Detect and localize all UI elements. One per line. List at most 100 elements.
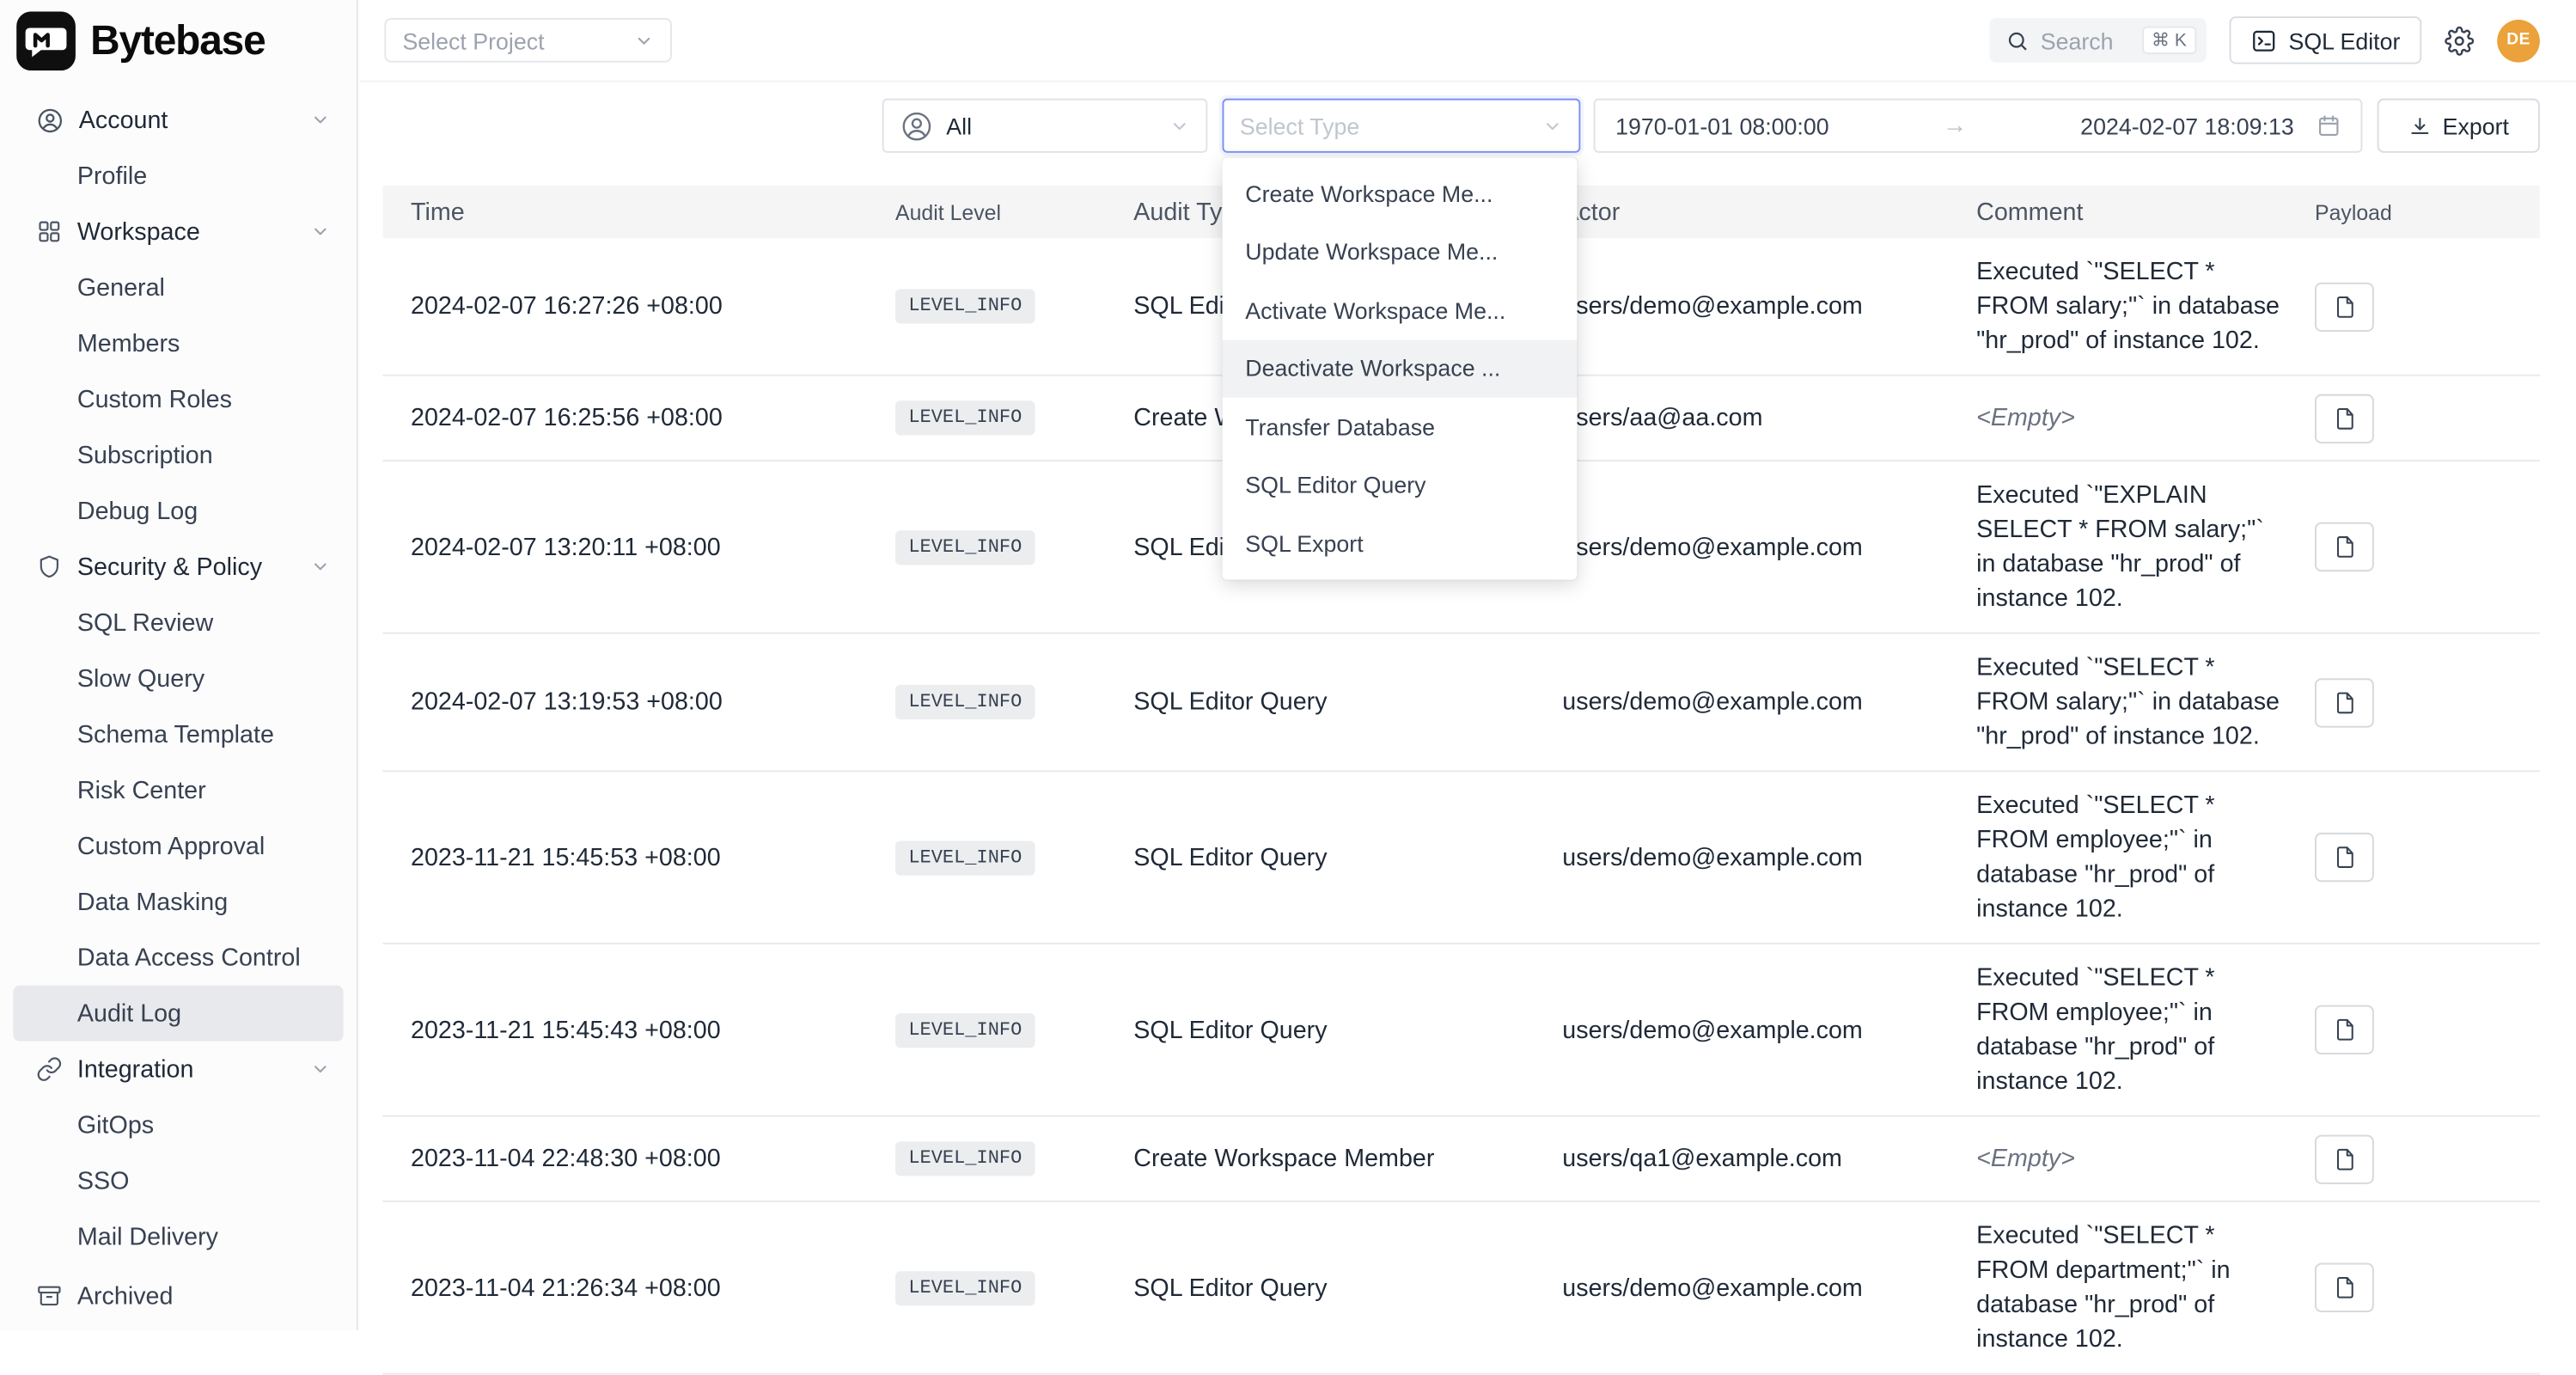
sidebar-item-members[interactable]: Members <box>13 315 343 371</box>
sidebar-section-integration[interactable]: Integration <box>13 1042 343 1097</box>
row-audit-type: SQL Editor Query <box>1133 688 1562 716</box>
audit-level-badge: LEVEL_INFO <box>895 289 1035 323</box>
brand[interactable]: Bytebase <box>0 0 357 82</box>
sidebar-item-slow-query[interactable]: Slow Query <box>13 651 343 706</box>
sidebar-item-general[interactable]: General <box>13 260 343 315</box>
payload-button[interactable] <box>2315 522 2374 571</box>
audit-level-badge: LEVEL_INFO <box>895 1012 1035 1047</box>
sidebar-section-label: Account <box>79 106 168 133</box>
payload-button[interactable] <box>2315 394 2374 443</box>
table-row: 2023-11-04 21:26:34 +08:00LEVEL_INFOSQL … <box>382 1202 2539 1375</box>
actor-filter-value: All <box>946 113 972 139</box>
date-range-picker[interactable]: 1970-01-01 08:00:00 → 2024-02-07 18:09:1… <box>1594 99 2363 153</box>
row-actor: users/demo@example.com <box>1562 533 1976 560</box>
user-circle-icon <box>900 109 933 142</box>
sidebar-section-workspace[interactable]: Workspace <box>13 204 343 260</box>
row-time: 2024-02-07 16:27:26 +08:00 <box>382 292 895 320</box>
type-option-update-workspace-me[interactable]: Update Workspace Me... <box>1223 223 1578 281</box>
type-option-sql-editor-query[interactable]: SQL Editor Query <box>1223 455 1578 514</box>
row-time: 2023-11-04 22:48:30 +08:00 <box>382 1145 895 1172</box>
bytebase-app: Bytebase AccountProfileWorkspaceGeneralM… <box>0 0 2576 1330</box>
chevron-down-icon <box>1169 116 1189 136</box>
main-content: Select Project Search ⌘ K SQL <box>360 0 2576 1330</box>
file-icon <box>2332 844 2357 871</box>
chevron-down-icon <box>310 222 330 241</box>
row-audit-level: LEVEL_INFO <box>895 840 1133 875</box>
calendar-icon <box>2317 113 2342 138</box>
row-actor: users/demo@example.com <box>1562 1274 1976 1301</box>
row-time: 2024-02-07 16:25:56 +08:00 <box>382 404 895 431</box>
sidebar-item-data-access-control[interactable]: Data Access Control <box>13 930 343 986</box>
search-box[interactable]: Search ⌘ K <box>1989 18 2206 63</box>
export-button[interactable]: Export <box>2378 99 2540 153</box>
sidebar-item-subscription[interactable]: Subscription <box>13 427 343 483</box>
column-header-payload: Payload <box>2308 199 2540 224</box>
row-audit-type: SQL Editor Query <box>1133 1016 1562 1043</box>
payload-button[interactable] <box>2315 677 2374 726</box>
row-payload <box>2308 833 2540 882</box>
payload-button[interactable] <box>2315 1134 2374 1183</box>
sidebar: Bytebase AccountProfileWorkspaceGeneralM… <box>0 0 358 1330</box>
sidebar-item-audit-log[interactable]: Audit Log <box>13 986 343 1042</box>
sidebar-item-data-masking[interactable]: Data Masking <box>13 874 343 930</box>
sidebar-item-sso[interactable]: SSO <box>13 1153 343 1209</box>
row-time: 2023-11-21 15:45:53 +08:00 <box>382 843 895 871</box>
file-icon <box>2332 1146 2357 1172</box>
sidebar-item-profile[interactable]: Profile <box>13 148 343 204</box>
user-avatar[interactable]: DE <box>2497 19 2540 62</box>
actor-filter-select[interactable]: All <box>882 99 1208 153</box>
row-comment: Executed `"SELECT * FROM employee;"` in … <box>1976 944 2308 1115</box>
project-select[interactable]: Select Project <box>384 18 672 63</box>
brand-name: Bytebase <box>90 17 265 64</box>
sidebar-item-custom-roles[interactable]: Custom Roles <box>13 371 343 427</box>
row-payload <box>2308 1005 2540 1054</box>
row-actor: users/demo@example.com <box>1562 1016 1976 1043</box>
sql-editor-label: SQL Editor <box>2288 28 2400 54</box>
archive-icon <box>36 1283 63 1310</box>
workspace-grid-icon <box>36 218 63 245</box>
row-comment: <Empty> <box>1976 384 2308 451</box>
type-option-transfer-database[interactable]: Transfer Database <box>1223 397 1578 455</box>
link-icon <box>36 1056 63 1083</box>
sidebar-item-risk-center[interactable]: Risk Center <box>13 762 343 818</box>
row-audit-level: LEVEL_INFO <box>895 685 1133 719</box>
search-shortcut: ⌘ K <box>2142 27 2197 54</box>
row-payload <box>2308 282 2540 331</box>
type-option-deactivate-workspace[interactable]: Deactivate Workspace ... <box>1223 339 1578 398</box>
column-header-actor: Actor <box>1562 198 1976 225</box>
sidebar-item-archived[interactable]: Archived <box>13 1268 343 1323</box>
row-actor: users/demo@example.com <box>1562 843 1976 871</box>
audit-level-badge: LEVEL_INFO <box>895 1141 1035 1176</box>
payload-button[interactable] <box>2315 833 2374 882</box>
row-audit-type: SQL Editor Query <box>1133 843 1562 871</box>
type-filter-select[interactable]: Select Type <box>1222 99 1580 153</box>
audit-level-badge: LEVEL_INFO <box>895 400 1035 435</box>
sidebar-item-schema-template[interactable]: Schema Template <box>13 706 343 762</box>
download-icon <box>2408 114 2431 138</box>
bytebase-logo-icon <box>16 11 76 70</box>
type-option-sql-export[interactable]: SQL Export <box>1223 514 1578 572</box>
payload-button[interactable] <box>2315 1263 2374 1312</box>
type-option-activate-workspace-me[interactable]: Activate Workspace Me... <box>1223 281 1578 339</box>
row-payload <box>2308 394 2540 443</box>
sidebar-section-account[interactable]: Account <box>13 92 343 148</box>
row-audit-level: LEVEL_INFO <box>895 1141 1133 1176</box>
sidebar-item-custom-approval[interactable]: Custom Approval <box>13 818 343 874</box>
gear-icon[interactable] <box>2445 26 2474 55</box>
sidebar-item-mail-delivery[interactable]: Mail Delivery <box>13 1209 343 1265</box>
sidebar-item-debug-log[interactable]: Debug Log <box>13 483 343 539</box>
sidebar-section-security-policy[interactable]: Security & Policy <box>13 539 343 595</box>
project-select-value: Select Project <box>402 28 544 54</box>
type-dropdown-menu: Create Workspace Me...Update Workspace M… <box>1223 157 1578 578</box>
chevron-down-icon <box>634 30 654 50</box>
sidebar-item-gitops[interactable]: GitOps <box>13 1097 343 1153</box>
sql-editor-button[interactable]: SQL Editor <box>2230 16 2422 64</box>
payload-button[interactable] <box>2315 282 2374 331</box>
row-comment: Executed `"SELECT * FROM salary;"` in da… <box>1976 634 2308 771</box>
payload-button[interactable] <box>2315 1005 2374 1054</box>
audit-level-badge: LEVEL_INFO <box>895 529 1035 564</box>
sidebar-item-sql-review[interactable]: SQL Review <box>13 595 343 651</box>
sql-editor-icon <box>2250 28 2277 54</box>
row-audit-type: SQL Editor Query <box>1133 1274 1562 1301</box>
type-option-create-workspace-me[interactable]: Create Workspace Me... <box>1223 164 1578 223</box>
